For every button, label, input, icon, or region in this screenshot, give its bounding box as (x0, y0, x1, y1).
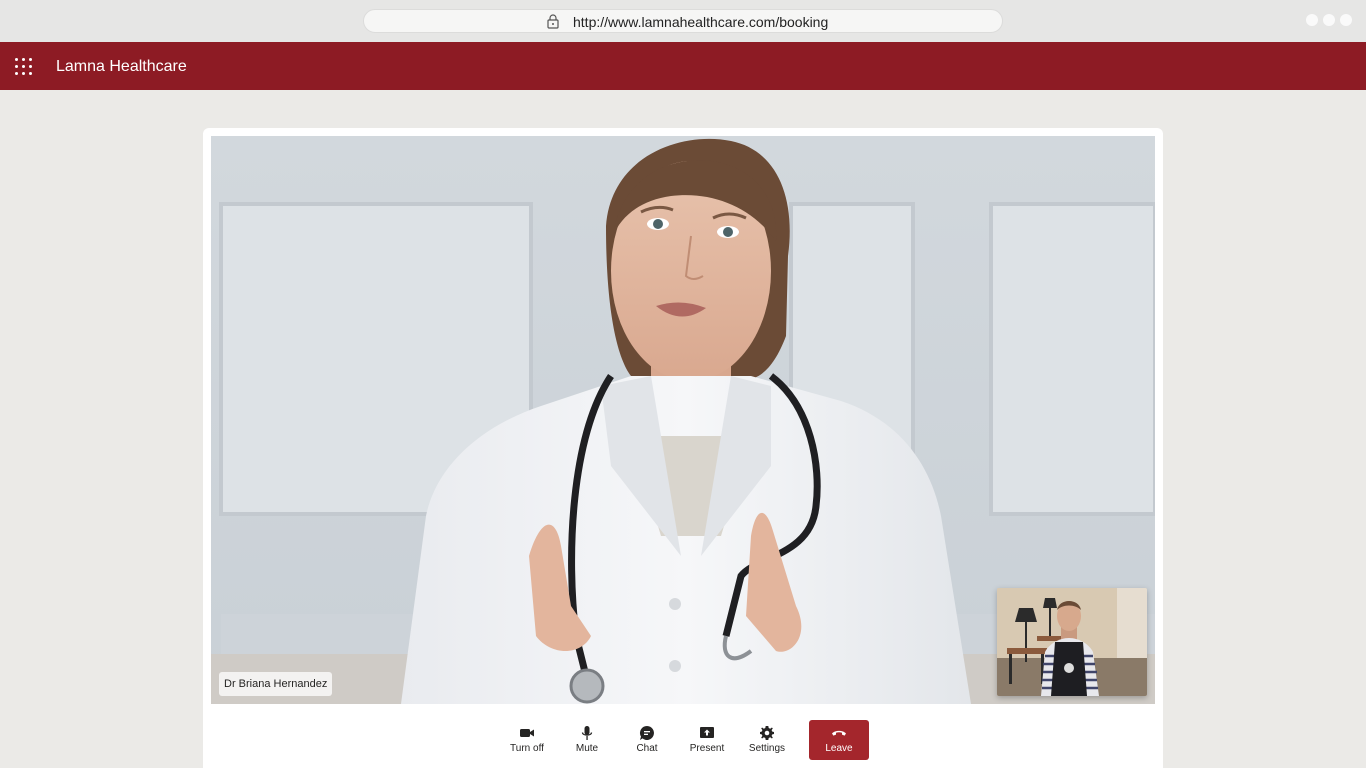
camera-toggle-button[interactable]: Turn off (497, 720, 557, 760)
address-bar[interactable]: http://www.lamnahealthcare.com/booking (363, 9, 1003, 33)
chat-icon (640, 726, 654, 740)
camera-icon (520, 729, 534, 737)
window-dot[interactable] (1323, 14, 1335, 26)
app-title: Lamna Healthcare (56, 58, 187, 75)
leave-label: Leave (825, 743, 853, 754)
url-text: http://www.lamnahealthcare.com/booking (573, 14, 829, 30)
chat-button[interactable]: Chat (617, 720, 677, 760)
video-call-card: Dr Briana Hernandez Turn off Mute Chat P… (203, 128, 1163, 768)
leave-call-button[interactable]: Leave (809, 720, 869, 760)
microphone-icon (581, 726, 593, 740)
settings-button[interactable]: Settings (737, 720, 797, 760)
self-view-image (997, 588, 1147, 696)
participant-name-label: Dr Briana Hernandez (219, 672, 333, 696)
present-label: Present (689, 743, 725, 754)
gear-icon (760, 726, 774, 740)
window-dot[interactable] (1340, 14, 1352, 26)
window-dot[interactable] (1306, 14, 1318, 26)
remote-video: Dr Briana Hernandez (211, 136, 1155, 704)
lock-icon (547, 14, 559, 29)
hang-up-icon (832, 730, 846, 736)
window-controls (1306, 14, 1352, 26)
camera-toggle-label: Turn off (510, 743, 544, 754)
app-launcher-icon[interactable] (15, 58, 32, 75)
settings-label: Settings (748, 743, 786, 754)
mute-button[interactable]: Mute (557, 720, 617, 760)
self-view-video[interactable] (997, 588, 1147, 696)
share-screen-icon (700, 727, 714, 738)
browser-chrome: http://www.lamnahealthcare.com/booking (0, 0, 1366, 42)
present-button[interactable]: Present (677, 720, 737, 760)
app-header: Lamna Healthcare (0, 42, 1366, 90)
mute-label: Mute (575, 743, 599, 754)
chat-label: Chat (636, 743, 658, 754)
call-controls: Turn off Mute Chat Present Settings Leav… (203, 712, 1163, 760)
